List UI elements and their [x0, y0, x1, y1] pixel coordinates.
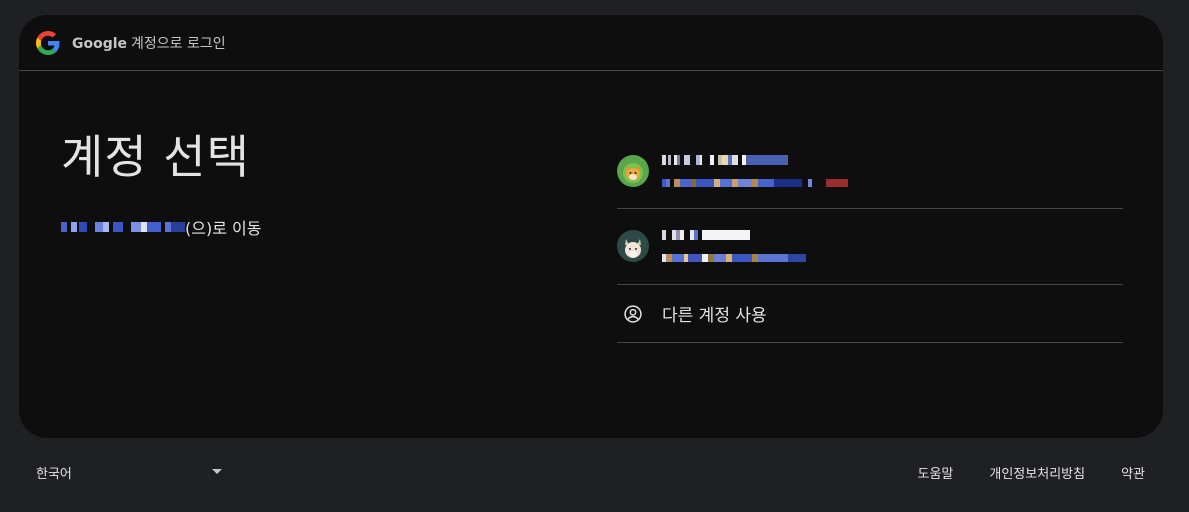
account-row-2[interactable] [617, 209, 1123, 285]
use-another-account-button[interactable]: 다른 계정 사용 [617, 285, 1123, 343]
help-link[interactable]: 도움말 [918, 463, 954, 482]
redacted-account-email [662, 253, 806, 262]
cat-avatar [617, 229, 649, 262]
privacy-link[interactable]: 개인정보처리방침 [989, 463, 1085, 482]
redacted-account-name [662, 155, 788, 165]
account-row-1[interactable] [617, 136, 1123, 209]
brand-name: Google [72, 35, 128, 52]
dropdown-arrow-icon [212, 469, 222, 474]
redacted-site-name [61, 222, 185, 232]
continue-to-text: (으)로 이동 [61, 215, 561, 239]
footer: 한국어 도움말 개인정보처리방침 약관 [0, 452, 1189, 492]
use-another-account-label: 다른 계정 사용 [662, 306, 767, 326]
redacted-account-email [662, 179, 848, 187]
account-circle-icon [617, 304, 649, 324]
card-header: Google 계정으로 로그인 [19, 15, 1163, 71]
language-selected: 한국어 [36, 466, 72, 482]
account-1-details [662, 155, 848, 187]
language-selector[interactable]: 한국어 [36, 460, 222, 484]
sign-in-card: Google 계정으로 로그인 계정 선택 (으)로 이동 다른 계정 사용 [19, 15, 1163, 438]
continue-suffix: (으)로 이동 [185, 219, 262, 238]
google-logo-icon [36, 30, 60, 55]
account-list: 다른 계정 사용 [617, 136, 1123, 343]
account-2-details [662, 229, 806, 262]
fox-avatar [617, 155, 649, 187]
redacted-account-name [662, 229, 750, 240]
footer-links: 도움말 개인정보처리방침 약관 [918, 463, 1146, 482]
left-column: 계정 선택 (으)로 이동 [61, 127, 561, 239]
header-title: Google 계정으로 로그인 [72, 33, 226, 53]
header-subtitle: 계정으로 로그인 [131, 35, 226, 52]
terms-link[interactable]: 약관 [1121, 463, 1145, 482]
page-title: 계정 선택 [61, 130, 250, 184]
